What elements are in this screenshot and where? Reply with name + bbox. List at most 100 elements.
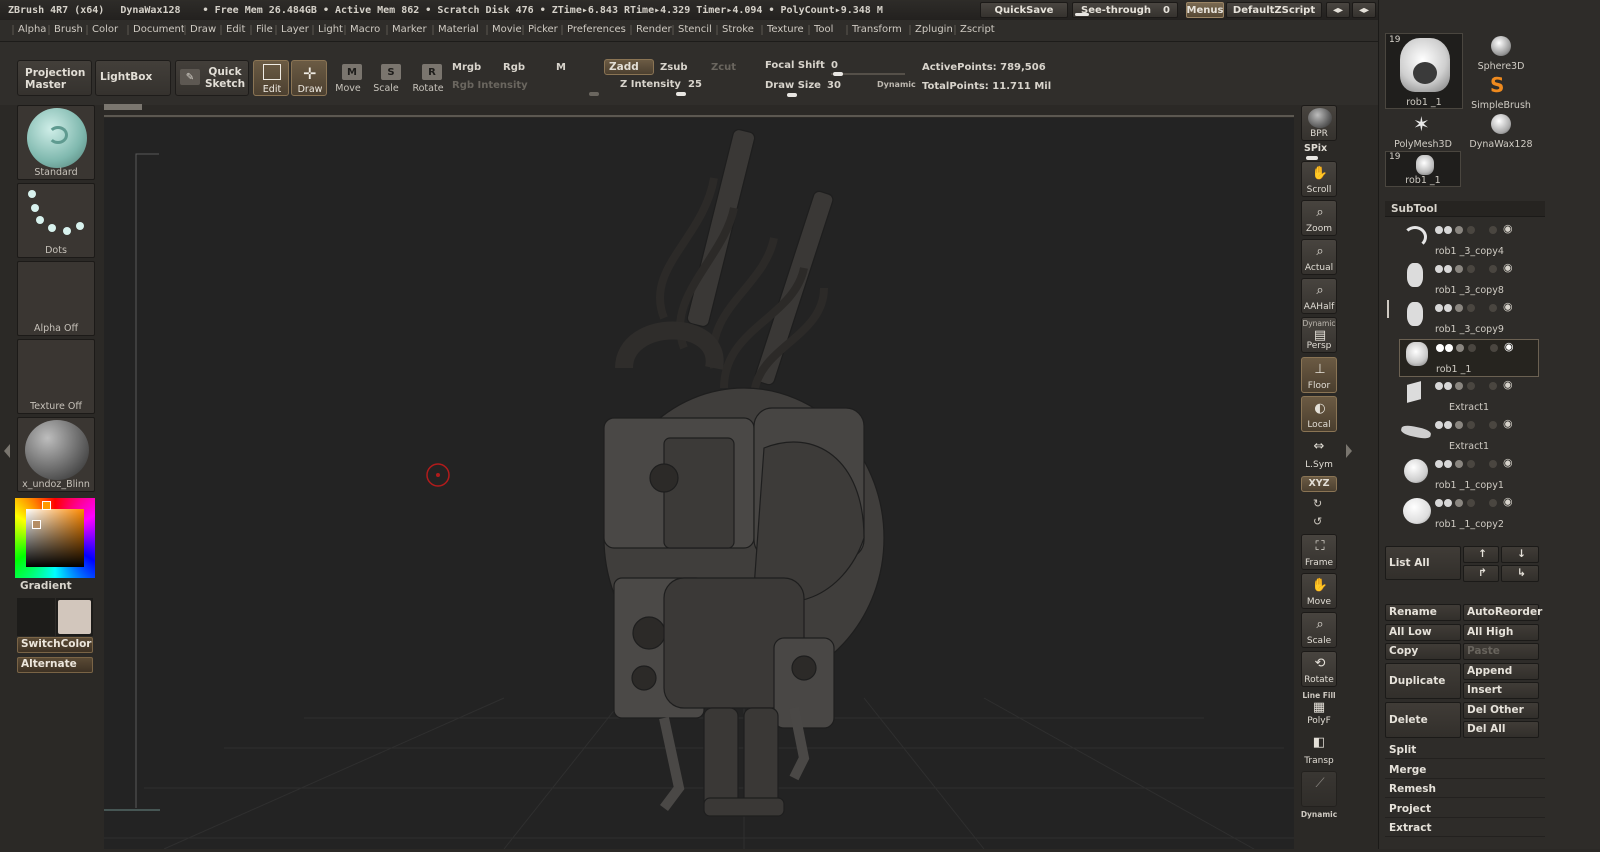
menu-stencil[interactable]: Stencil [672, 24, 712, 35]
project-section[interactable]: Project [1385, 800, 1545, 818]
toggle-icon[interactable] [1455, 499, 1463, 507]
dynawax-tool[interactable]: DynaWax128 [1463, 112, 1539, 150]
toggle-icon[interactable] [1489, 226, 1497, 234]
list-all-button[interactable]: List All [1385, 546, 1461, 580]
toggle-icon[interactable] [1435, 226, 1443, 234]
toggle-icon[interactable] [1489, 499, 1497, 507]
actual-button[interactable]: ⌕ Actual [1301, 239, 1337, 275]
quicksave-button[interactable]: QuickSave [980, 2, 1068, 18]
toggle-icon[interactable] [1468, 344, 1476, 352]
merge-section[interactable]: Merge [1385, 761, 1545, 779]
toggle-icon[interactable] [1489, 460, 1497, 468]
menu-material[interactable]: Material [432, 24, 479, 35]
move-button[interactable]: M Move [330, 62, 366, 98]
toggle-icon[interactable] [1435, 421, 1443, 429]
menu-texture[interactable]: Texture [761, 24, 804, 35]
toggle-icon[interactable] [1444, 499, 1452, 507]
lightbox-button[interactable]: LightBox [95, 60, 171, 96]
menu-render[interactable]: Render [630, 24, 672, 35]
recent-tool-thumb[interactable]: 19 rob1 _1 [1385, 151, 1461, 187]
toggle-icon[interactable] [1490, 344, 1498, 352]
hue-cursor[interactable] [42, 501, 51, 510]
toggle-icon[interactable] [1455, 460, 1463, 468]
aahalf-button[interactable]: ⌕ AAHalf [1301, 278, 1337, 314]
menu-light[interactable]: Light [312, 24, 343, 35]
toggle-icon[interactable] [1444, 382, 1452, 390]
draw-button[interactable]: ✛ Draw [291, 60, 327, 96]
toggle-icon[interactable] [1436, 344, 1444, 352]
visibility-eye-icon[interactable]: ◉ [1503, 495, 1513, 508]
transp-button[interactable]: ◧ Transp [1301, 731, 1337, 767]
toggle-icon[interactable] [1467, 382, 1475, 390]
secondary-color-swatch[interactable] [17, 598, 55, 636]
color-cursor[interactable] [32, 520, 41, 529]
menu-brush[interactable]: Brush [48, 24, 83, 35]
spix-slider[interactable]: SPix [1304, 143, 1327, 154]
polyf-button[interactable]: Line Fill ▦ PolyF [1301, 691, 1337, 727]
persp-button[interactable]: Dynamic ▤ Persp [1301, 317, 1337, 353]
menu-file[interactable]: File [250, 24, 273, 35]
duplicate-button[interactable]: Duplicate [1385, 663, 1461, 699]
rotate-z-icon[interactable]: ↺ [1313, 515, 1322, 528]
brush-selector[interactable]: Standard [17, 105, 95, 180]
current-tool-thumb[interactable]: 19 rob1 _1 [1385, 33, 1463, 109]
toggle-icon[interactable] [1455, 226, 1463, 234]
alternate-button[interactable]: Alternate [17, 657, 93, 673]
rotate-view-button[interactable]: ⟲ Rotate [1301, 651, 1337, 687]
menu-document[interactable]: Document [127, 24, 185, 35]
sphere3d-tool[interactable]: Sphere3D [1463, 34, 1539, 72]
visibility-eye-icon[interactable]: ◉ [1503, 300, 1513, 313]
toggle-icon[interactable] [1444, 304, 1452, 312]
menu-preferences[interactable]: Preferences [561, 24, 626, 35]
copy-button[interactable]: Copy [1385, 643, 1461, 660]
menu-edit[interactable]: Edit [219, 24, 245, 35]
color-picker[interactable] [15, 498, 95, 578]
visibility-eye-icon[interactable]: ◉ [1504, 340, 1514, 353]
toggle-icon[interactable] [1435, 460, 1443, 468]
toggle-icon[interactable] [1467, 421, 1475, 429]
left-collapse-icon[interactable] [4, 440, 10, 462]
frame-button[interactable]: ⛶ Frame [1301, 534, 1337, 570]
layout-next-icon[interactable]: ◂▸ [1352, 2, 1376, 18]
saturation-square[interactable] [26, 509, 84, 567]
subtool-row[interactable]: ◉ rob1 _3_copy8 [1399, 261, 1539, 299]
toggle-icon[interactable] [1444, 460, 1452, 468]
toggle-icon[interactable] [1467, 226, 1475, 234]
projection-master-button[interactable]: Projection Master [17, 60, 92, 96]
local-button[interactable]: ◐ Local [1301, 396, 1337, 432]
subtool-row[interactable]: ◉ rob1 _3_copy9 [1399, 300, 1539, 338]
delete-button[interactable]: Delete [1385, 702, 1461, 738]
subtool-scrollbar[interactable] [1387, 300, 1389, 318]
subtool-row[interactable]: ◉ rob1 _1_copy2 [1399, 495, 1539, 533]
zcut-button[interactable]: Zcut [711, 62, 736, 73]
see-through-slider[interactable]: See-through 0 [1072, 2, 1178, 18]
autoreorder-button[interactable]: AutoReorder [1463, 604, 1542, 621]
menu-movie[interactable]: Movie [486, 24, 522, 35]
ghost-button[interactable]: ⟋ [1301, 771, 1337, 807]
m-button[interactable]: M [556, 62, 566, 73]
zadd-button[interactable]: Zadd [604, 59, 654, 75]
insert-button[interactable]: Insert [1463, 682, 1539, 699]
menus-toggle[interactable]: Menus [1186, 2, 1224, 18]
extract-section[interactable]: Extract [1385, 819, 1545, 837]
subtool-row[interactable]: ◉ Extract1 [1399, 378, 1539, 416]
edit-button[interactable]: Edit [253, 60, 289, 96]
zsub-button[interactable]: Zsub [660, 62, 687, 73]
visibility-eye-icon[interactable]: ◉ [1503, 222, 1513, 235]
rgb-button[interactable]: Rgb [503, 62, 525, 73]
floor-button[interactable]: ⊥ Floor [1301, 357, 1337, 393]
dynamic-toggle[interactable]: Dynamic [877, 80, 916, 89]
visibility-eye-icon[interactable]: ◉ [1503, 378, 1513, 391]
split-section[interactable]: Split [1385, 741, 1545, 759]
toggle-icon[interactable] [1467, 460, 1475, 468]
toggle-icon[interactable] [1435, 499, 1443, 507]
alpha-selector[interactable]: Alpha Off [17, 261, 95, 336]
xyz-button[interactable]: XYZ [1301, 476, 1337, 492]
menu-draw[interactable]: Draw [183, 24, 216, 35]
lsym-button[interactable]: ⇔ L.Sym [1301, 435, 1337, 471]
texture-selector[interactable]: Texture Off [17, 339, 95, 414]
toggle-icon[interactable] [1455, 421, 1463, 429]
switch-color-button[interactable]: SwitchColor [17, 637, 93, 653]
subtool-header[interactable]: SubTool [1385, 201, 1545, 217]
visibility-eye-icon[interactable]: ◉ [1503, 456, 1513, 469]
